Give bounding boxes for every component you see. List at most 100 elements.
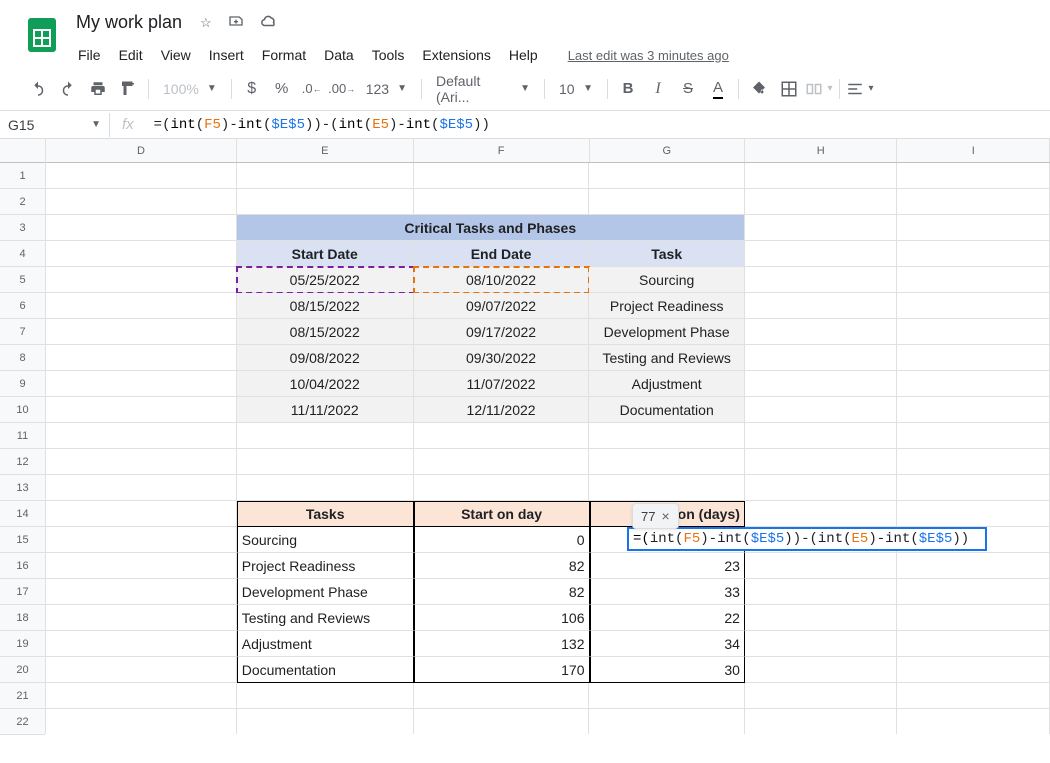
row-header[interactable]: 7 bbox=[0, 319, 45, 345]
cell[interactable]: Sourcing bbox=[237, 527, 414, 553]
cell[interactable]: 11/07/2022 bbox=[414, 371, 590, 397]
cell[interactable]: 30 bbox=[590, 657, 745, 683]
row-header[interactable]: 5 bbox=[0, 267, 45, 293]
doc-title[interactable]: My work plan bbox=[70, 10, 188, 35]
menu-edit[interactable]: Edit bbox=[111, 43, 151, 67]
cell[interactable]: 12/11/2022 bbox=[414, 397, 590, 423]
cell[interactable]: 10/04/2022 bbox=[237, 371, 414, 397]
zoom-select[interactable]: 100%▼ bbox=[155, 77, 225, 101]
fill-color-button[interactable] bbox=[745, 75, 773, 103]
name-box[interactable]: G15▼ bbox=[0, 113, 110, 137]
redo-button[interactable] bbox=[54, 75, 82, 103]
cell[interactable]: 33 bbox=[590, 579, 745, 605]
last-edit-link[interactable]: Last edit was 3 minutes ago bbox=[568, 48, 729, 63]
menu-view[interactable]: View bbox=[153, 43, 199, 67]
cell[interactable]: 82 bbox=[414, 553, 590, 579]
row-header[interactable]: 1 bbox=[0, 163, 45, 189]
menu-file[interactable]: File bbox=[70, 43, 109, 67]
row-header[interactable]: 2 bbox=[0, 189, 45, 215]
row-header[interactable]: 8 bbox=[0, 345, 45, 371]
cell[interactable]: 09/08/2022 bbox=[237, 345, 414, 371]
row-header[interactable]: 15 bbox=[0, 527, 45, 553]
col-header[interactable]: E bbox=[237, 139, 414, 162]
menu-format[interactable]: Format bbox=[254, 43, 314, 67]
cell[interactable]: Sourcing bbox=[589, 267, 744, 293]
font-select[interactable]: Default (Ari...▼ bbox=[428, 69, 538, 109]
cell[interactable]: 170 bbox=[414, 657, 590, 683]
cell[interactable]: Testing and Reviews bbox=[589, 345, 744, 371]
increase-decimal-button[interactable]: .00→ bbox=[328, 75, 356, 103]
star-icon[interactable]: ☆ bbox=[196, 11, 216, 35]
col-header[interactable]: F bbox=[414, 139, 590, 162]
cell[interactable]: 09/07/2022 bbox=[414, 293, 590, 319]
font-size-select[interactable]: 10▼ bbox=[551, 77, 601, 101]
close-icon[interactable]: × bbox=[661, 508, 669, 524]
col-header[interactable]: H bbox=[745, 139, 898, 162]
print-button[interactable] bbox=[84, 75, 112, 103]
cell[interactable]: Adjustment bbox=[237, 631, 414, 657]
row-header[interactable]: 22 bbox=[0, 709, 45, 735]
cell[interactable]: Start on day bbox=[414, 501, 590, 527]
cell[interactable]: 08/15/2022 bbox=[237, 293, 414, 319]
bold-button[interactable]: B bbox=[614, 75, 642, 103]
borders-button[interactable] bbox=[775, 75, 803, 103]
currency-button[interactable]: $ bbox=[238, 75, 266, 103]
row-header[interactable]: 20 bbox=[0, 657, 45, 683]
row-header[interactable]: 16 bbox=[0, 553, 45, 579]
cell[interactable]: Adjustment bbox=[589, 371, 744, 397]
cell[interactable]: 34 bbox=[590, 631, 745, 657]
cell[interactable]: 09/17/2022 bbox=[414, 319, 590, 345]
cell[interactable]: Documentation bbox=[237, 657, 414, 683]
cell[interactable]: 82 bbox=[414, 579, 590, 605]
cell[interactable]: Testing and Reviews bbox=[237, 605, 414, 631]
row-header[interactable]: 19 bbox=[0, 631, 45, 657]
formula-input[interactable]: =(int(F5)-int($E$5))-(int(E5)-int($E$5)) bbox=[146, 113, 1050, 137]
row-header[interactable]: 13 bbox=[0, 475, 45, 501]
paint-format-button[interactable] bbox=[114, 75, 142, 103]
menu-data[interactable]: Data bbox=[316, 43, 362, 67]
cloud-icon[interactable] bbox=[256, 8, 282, 37]
row-header[interactable]: 3 bbox=[0, 215, 45, 241]
undo-button[interactable] bbox=[24, 75, 52, 103]
cell[interactable]: 106 bbox=[414, 605, 590, 631]
cell[interactable]: 0 bbox=[414, 527, 590, 553]
cell[interactable]: 08/10/2022 bbox=[414, 267, 590, 293]
strikethrough-button[interactable]: S bbox=[674, 75, 702, 103]
select-all-corner[interactable] bbox=[0, 139, 45, 163]
cell[interactable]: 05/25/2022 bbox=[237, 267, 414, 293]
cell[interactable]: Project Readiness bbox=[237, 553, 414, 579]
row-header[interactable]: 4 bbox=[0, 241, 45, 267]
row-header[interactable]: 18 bbox=[0, 605, 45, 631]
cell[interactable]: Documentation bbox=[589, 397, 744, 423]
row-header[interactable]: 6 bbox=[0, 293, 45, 319]
row-header[interactable]: 11 bbox=[0, 423, 45, 449]
cell[interactable]: Project Readiness bbox=[589, 293, 744, 319]
cell[interactable]: End Date bbox=[414, 241, 590, 267]
merge-cells-button[interactable]: ▾ bbox=[805, 75, 833, 103]
cell[interactable]: 08/15/2022 bbox=[237, 319, 414, 345]
cell[interactable]: Tasks bbox=[237, 501, 414, 527]
move-icon[interactable] bbox=[224, 9, 248, 36]
row-header[interactable]: 10 bbox=[0, 397, 45, 423]
decrease-decimal-button[interactable]: .0← bbox=[298, 75, 326, 103]
col-header[interactable]: G bbox=[590, 139, 745, 162]
col-header[interactable]: D bbox=[46, 139, 237, 162]
cell[interactable]: 23 bbox=[590, 553, 745, 579]
row-header[interactable]: 12 bbox=[0, 449, 45, 475]
cell[interactable]: Start Date bbox=[237, 241, 414, 267]
menu-insert[interactable]: Insert bbox=[201, 43, 252, 67]
cell[interactable]: Development Phase bbox=[589, 319, 744, 345]
cell[interactable]: 11/11/2022 bbox=[237, 397, 414, 423]
row-header[interactable]: 14 bbox=[0, 501, 45, 527]
align-button[interactable]: ▾ bbox=[846, 75, 874, 103]
row-header[interactable]: 17 bbox=[0, 579, 45, 605]
menu-tools[interactable]: Tools bbox=[364, 43, 413, 67]
table-title[interactable]: Critical Tasks and Phases bbox=[237, 215, 744, 241]
text-color-button[interactable]: A bbox=[704, 75, 732, 103]
row-header[interactable]: 21 bbox=[0, 683, 45, 709]
percent-button[interactable]: % bbox=[268, 75, 296, 103]
italic-button[interactable]: I bbox=[644, 75, 672, 103]
cell[interactable]: 132 bbox=[414, 631, 590, 657]
menu-help[interactable]: Help bbox=[501, 43, 546, 67]
menu-extensions[interactable]: Extensions bbox=[414, 43, 498, 67]
